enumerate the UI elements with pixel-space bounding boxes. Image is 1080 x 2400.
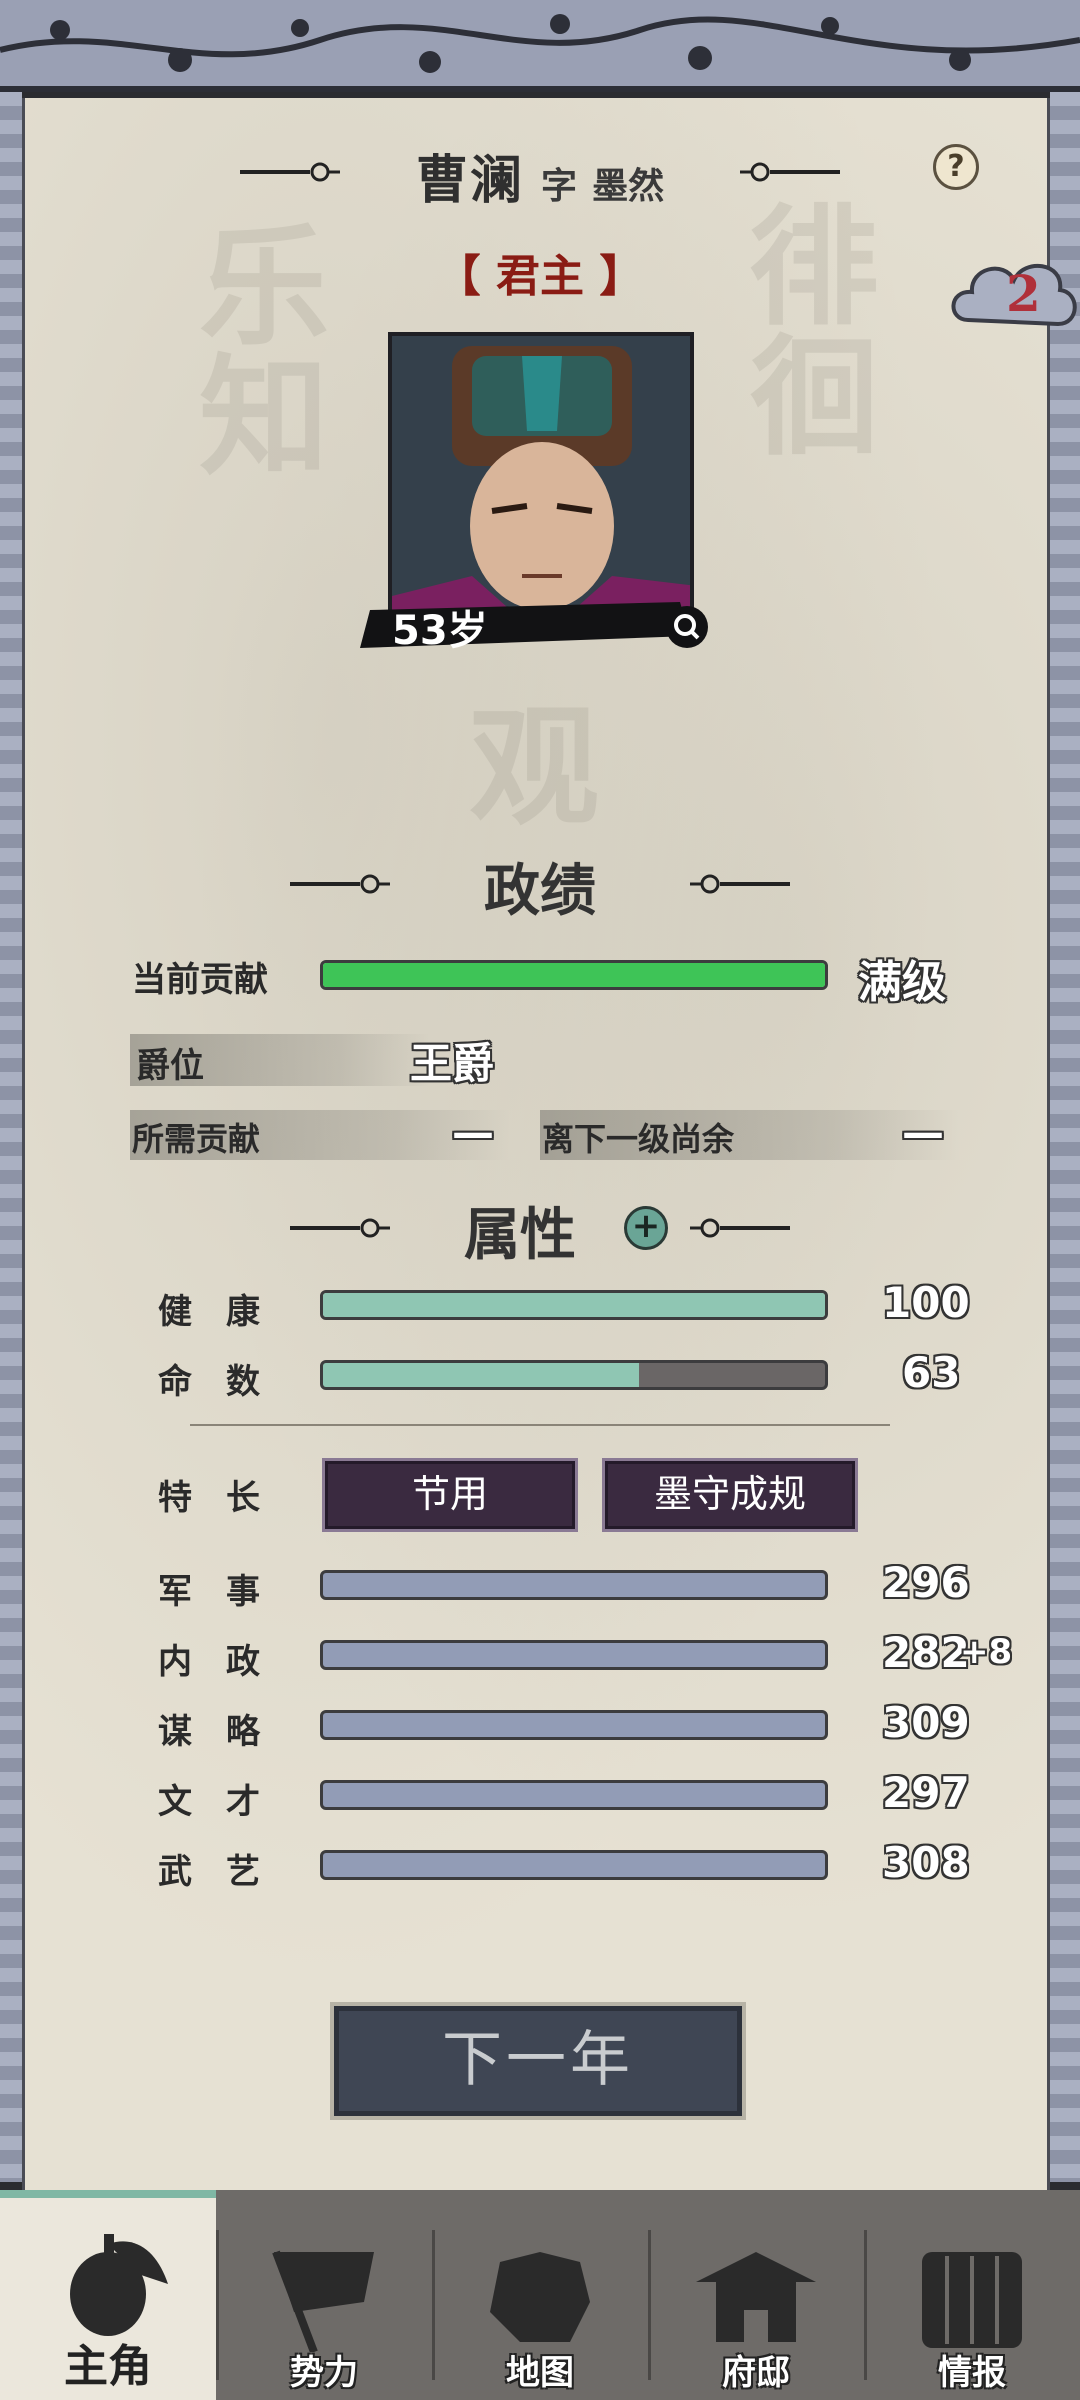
right-frame (1050, 92, 1080, 2182)
zoom-button[interactable] (666, 606, 708, 648)
portrait-image (392, 336, 690, 630)
required-contribution-value: — (452, 1108, 494, 1157)
age-label: 53岁 (392, 608, 488, 654)
noble-title-value: 王爵 (410, 1039, 495, 1088)
nav-label: 府邸 (722, 2353, 790, 2393)
floral-pattern (0, 14, 1080, 73)
health-label: 健 康 (158, 1292, 260, 1332)
health-bar-fill (323, 1293, 825, 1317)
background-calligraphy: 观 (447, 698, 600, 828)
right-ornament-icon (690, 1218, 790, 1238)
scroll-icon (922, 2252, 1022, 2348)
remaining-label: 离下一级尚余 (542, 1120, 735, 1158)
help-button[interactable]: ? (933, 144, 979, 190)
contribution-value: 满级 (858, 957, 946, 1008)
fate-bar-fill (323, 1363, 640, 1387)
stat-bar (320, 1710, 828, 1740)
fate-value: 63 (902, 1348, 961, 1397)
attributes-title: 属性 (464, 1202, 576, 1268)
stat-label: 谋 略 (158, 1712, 260, 1752)
nav-label: 情报 (938, 2353, 1006, 2393)
flag-icon (272, 2250, 374, 2352)
trait-button[interactable]: 墨守成规 (602, 1458, 858, 1532)
stat-bonus: +8 (960, 1632, 1013, 1672)
left-ornament-icon (240, 162, 340, 182)
stat-label: 军 事 (158, 1572, 260, 1612)
stat-value: 297 (882, 1768, 970, 1817)
magnifier-icon (674, 614, 700, 640)
top-ornament-band (0, 0, 1080, 92)
nav-label: 地图 (506, 2353, 574, 2393)
bottom-nav: 主角 势力 地图 府邸 情报 (0, 2190, 1080, 2400)
plus-icon: + (631, 1206, 661, 1246)
achievements-title: 政绩 (484, 858, 596, 924)
remaining-value: — (902, 1108, 944, 1157)
character-name-title: 曹澜 字 墨然 (0, 138, 1080, 213)
stat-value: 308 (882, 1838, 970, 1887)
rank-bracket-open: 【 (436, 251, 481, 302)
contribution-bar-fill (323, 963, 825, 987)
stat-bar (320, 1640, 828, 1670)
stat-bar (320, 1570, 828, 1600)
stat-value: 309 (882, 1698, 970, 1747)
specialty-label: 特 长 (158, 1478, 260, 1518)
nav-item-intel[interactable]: 情报 (864, 2206, 1080, 2400)
rank-text: 君主 (496, 251, 584, 302)
noble-title-label: 爵位 (136, 1046, 204, 1086)
character-portrait[interactable] (388, 332, 694, 634)
nav-item-map[interactable]: 地图 (432, 2206, 648, 2400)
fate-label: 命 数 (158, 1362, 260, 1402)
background-calligraphy: 徘徊 (727, 198, 880, 458)
courtesy-label: 字 (540, 165, 577, 207)
stat-label: 内 政 (158, 1642, 260, 1682)
nav-label: 主角 (64, 2341, 152, 2392)
character-name: 曹澜 (415, 150, 524, 211)
stat-bar (320, 1850, 828, 1880)
required-contribution-label: 所需贡献 (132, 1120, 261, 1158)
rank-bracket-close: 】 (599, 251, 644, 302)
protagonist-icon (70, 2234, 168, 2336)
stat-label: 文 才 (158, 1782, 260, 1822)
stat-bar (320, 1780, 828, 1810)
trait-button[interactable]: 节用 (322, 1458, 578, 1532)
next-year-button[interactable]: 下一年 (330, 2002, 746, 2120)
map-icon (490, 2252, 590, 2342)
health-bar (320, 1290, 828, 1320)
nav-item-protagonist[interactable]: 主角 (0, 2190, 216, 2400)
mansion-icon (696, 2252, 816, 2342)
rank-label: 【 君主 】 (0, 240, 1080, 304)
contribution-label: 当前贡献 (132, 960, 268, 1000)
stat-value: 296 (882, 1558, 970, 1607)
stat-value: 282 (882, 1628, 970, 1677)
attributes-divider (190, 1424, 890, 1426)
right-ornament-icon (740, 162, 840, 182)
left-frame (0, 92, 22, 2182)
fate-bar (320, 1360, 828, 1390)
nav-item-faction[interactable]: 势力 (216, 2206, 432, 2400)
right-ornament-icon (690, 874, 790, 894)
courtesy-name: 墨然 (592, 165, 665, 207)
contribution-bar (320, 960, 828, 990)
nav-item-mansion[interactable]: 府邸 (648, 2206, 864, 2400)
stat-label: 武 艺 (158, 1852, 260, 1892)
add-attribute-button[interactable]: + (624, 1206, 668, 1250)
health-value: 100 (882, 1278, 970, 1327)
nav-label: 势力 (290, 2353, 358, 2393)
